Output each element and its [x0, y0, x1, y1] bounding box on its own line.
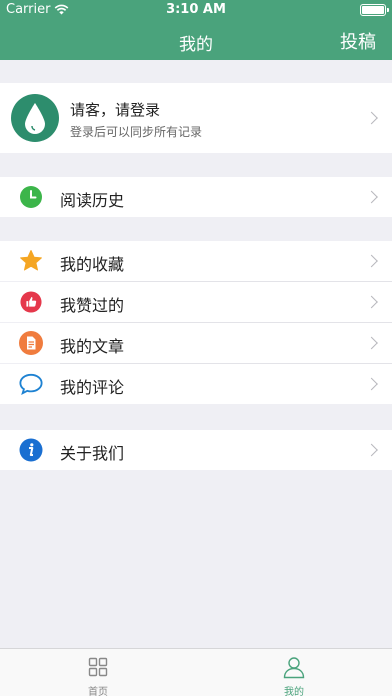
menu-item-my-comments[interactable]: 我的评论: [0, 364, 392, 404]
water-drop-icon: [25, 103, 45, 134]
avatar: [11, 94, 59, 142]
document-icon: [19, 331, 43, 355]
menu-item-label: 阅读历史: [60, 191, 125, 210]
thumbs-up-icon: [19, 290, 43, 314]
menu-item-favorites[interactable]: 我的收藏: [0, 241, 392, 281]
chevron-right-icon: [365, 377, 378, 391]
login-prompt-row[interactable]: 请客，请登录 登录后可以同步所有记录: [0, 83, 392, 153]
chevron-right-icon: [365, 254, 378, 268]
menu-item-my-articles[interactable]: 我的文章: [0, 323, 392, 363]
login-title: 请客，请登录: [70, 101, 161, 119]
tab-label: 首页: [88, 687, 108, 696]
submit-button[interactable]: 投稿: [340, 28, 376, 54]
info-icon: [19, 438, 43, 462]
speech-bubble-icon: [19, 372, 43, 396]
chevron-right-icon: [365, 443, 378, 457]
chevron-right-icon: [365, 190, 378, 204]
login-subtitle: 登录后可以同步所有记录: [70, 125, 203, 139]
nav-bar: Carrier 3:10 AM 我的 投稿: [0, 0, 392, 60]
tab-home[interactable]: 首页: [0, 649, 196, 696]
status-time: 3:10 AM: [166, 2, 226, 17]
clock-icon: [19, 185, 43, 209]
menu-item-label: 我的评论: [60, 378, 125, 397]
star-icon: [19, 249, 43, 273]
status-bar: Carrier 3:10 AM: [0, 0, 392, 20]
menu-item-label: 我的文章: [60, 337, 125, 356]
page-title: 我的: [179, 35, 213, 55]
chevron-right-icon: [365, 336, 378, 350]
chevron-right-icon: [365, 295, 378, 309]
menu-item-reading-history[interactable]: 阅读历史: [0, 177, 392, 217]
chevron-right-icon: [365, 111, 378, 125]
tab-profile[interactable]: 我的: [196, 649, 392, 696]
menu-item-label: 我的收藏: [60, 255, 125, 274]
tab-bar: 首页 我的: [0, 648, 392, 696]
menu-item-label: 我赞过的: [60, 296, 125, 315]
person-icon: [282, 655, 306, 679]
grid-icon: [86, 655, 110, 679]
menu-item-about-us[interactable]: 关于我们: [0, 430, 392, 470]
menu-item-label: 关于我们: [60, 444, 125, 463]
battery-icon: [360, 4, 389, 16]
tab-label: 我的: [284, 687, 304, 696]
menu-item-liked[interactable]: 我赞过的: [0, 282, 392, 322]
